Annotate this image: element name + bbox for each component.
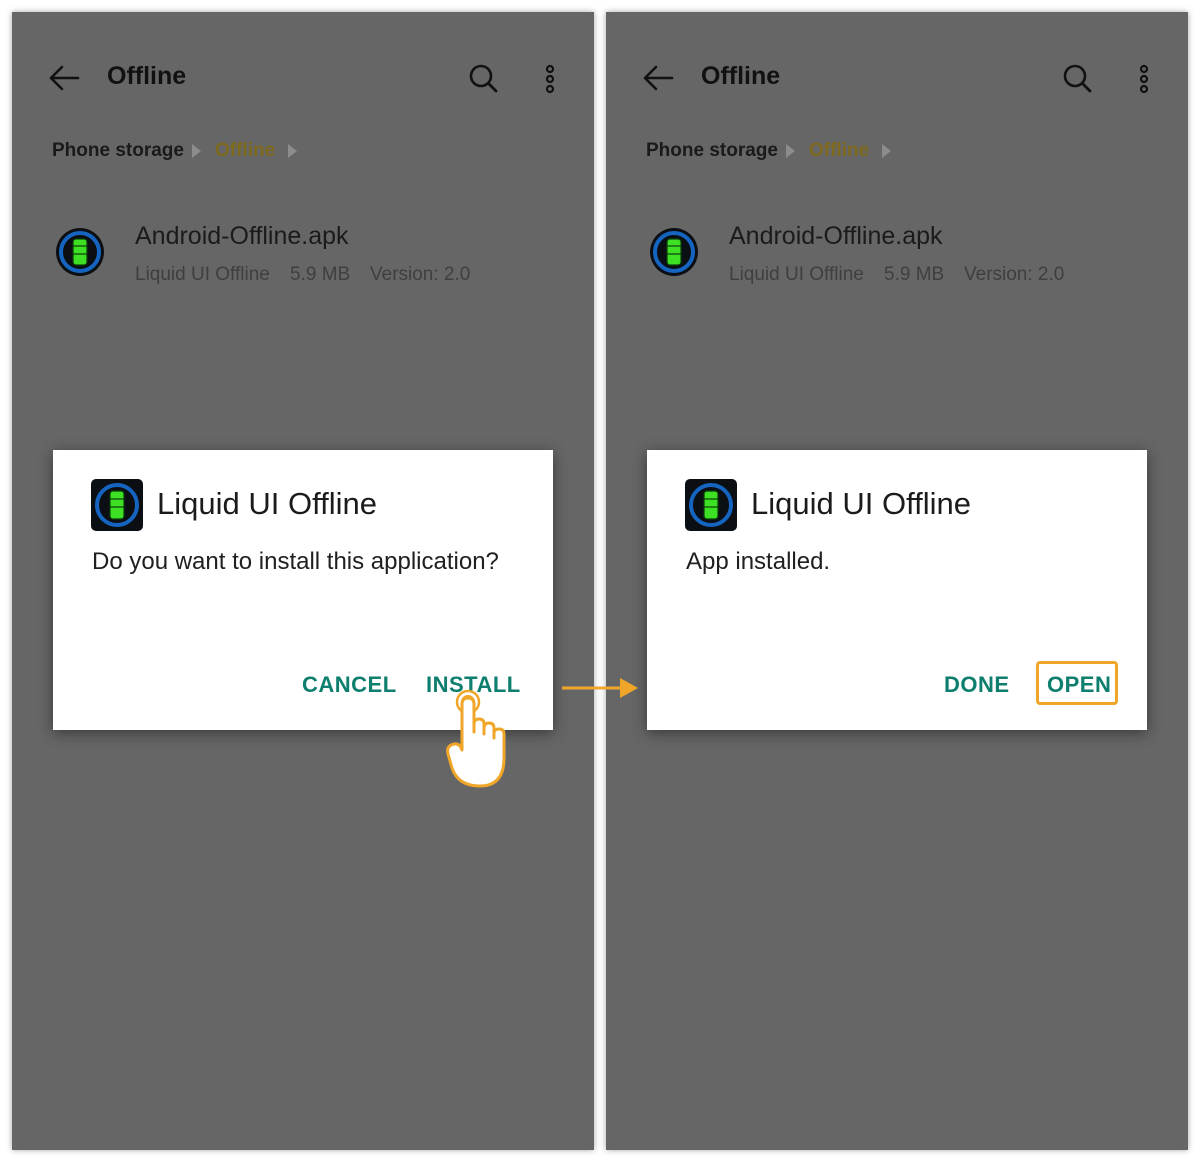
file-list-item[interactable]: Android-Offline.apk Liquid UI Offline 5.… — [12, 212, 594, 312]
file-publisher: Liquid UI Offline — [135, 264, 270, 285]
file-size: 5.9 MB — [884, 264, 945, 285]
search-icon[interactable] — [1062, 63, 1092, 93]
more-vertical-icon[interactable] — [542, 64, 558, 94]
file-list-item[interactable]: Android-Offline.apk Liquid UI Offline 5.… — [606, 212, 1188, 312]
arrow-left-icon[interactable] — [642, 64, 674, 92]
file-publisher: Liquid UI Offline — [729, 264, 864, 285]
dialog-message: App installed. — [686, 548, 831, 575]
dialog-message: Do you want to install this application? — [92, 548, 499, 575]
app-bar: Offline — [606, 12, 1188, 142]
left-screen: Offline Phone storage Offline Android-Of… — [12, 12, 594, 1150]
file-version: Version: 2.0 — [964, 264, 1065, 285]
dialog-title: Liquid UI Offline — [157, 486, 377, 521]
app-icon — [56, 228, 104, 276]
page-title: Offline — [107, 62, 187, 90]
dialog-title: Liquid UI Offline — [751, 486, 971, 521]
page-title: Offline — [701, 62, 781, 90]
breadcrumb-offline[interactable]: Offline — [809, 140, 869, 162]
open-button[interactable]: OPEN — [1047, 672, 1111, 698]
app-bar: Offline — [12, 12, 594, 142]
breadcrumb-offline[interactable]: Offline — [215, 140, 275, 162]
chevron-right-icon — [192, 144, 201, 158]
more-vertical-icon[interactable] — [1136, 64, 1152, 94]
app-icon — [91, 479, 143, 531]
arrow-right-icon — [562, 678, 638, 698]
chevron-right-icon — [288, 144, 297, 158]
chevron-right-icon — [786, 144, 795, 158]
done-button[interactable]: DONE — [944, 672, 1010, 698]
file-size: 5.9 MB — [290, 264, 351, 285]
app-icon — [650, 228, 698, 276]
file-name: Android-Offline.apk — [729, 222, 943, 250]
arrow-left-icon[interactable] — [48, 64, 80, 92]
search-icon[interactable] — [468, 63, 498, 93]
breadcrumb-phone-storage[interactable]: Phone storage — [52, 140, 184, 162]
file-name: Android-Offline.apk — [135, 222, 349, 250]
breadcrumb-phone-storage[interactable]: Phone storage — [646, 140, 778, 162]
file-version: Version: 2.0 — [370, 264, 471, 285]
right-screen: Offline Phone storage Offline Android-Of… — [606, 12, 1188, 1150]
installed-dialog: Liquid UI Offline App installed. DONE OP… — [647, 450, 1147, 730]
chevron-right-icon — [882, 144, 891, 158]
app-icon — [685, 479, 737, 531]
cancel-button[interactable]: CANCEL — [302, 672, 397, 698]
tap-hand-icon — [446, 689, 506, 788]
